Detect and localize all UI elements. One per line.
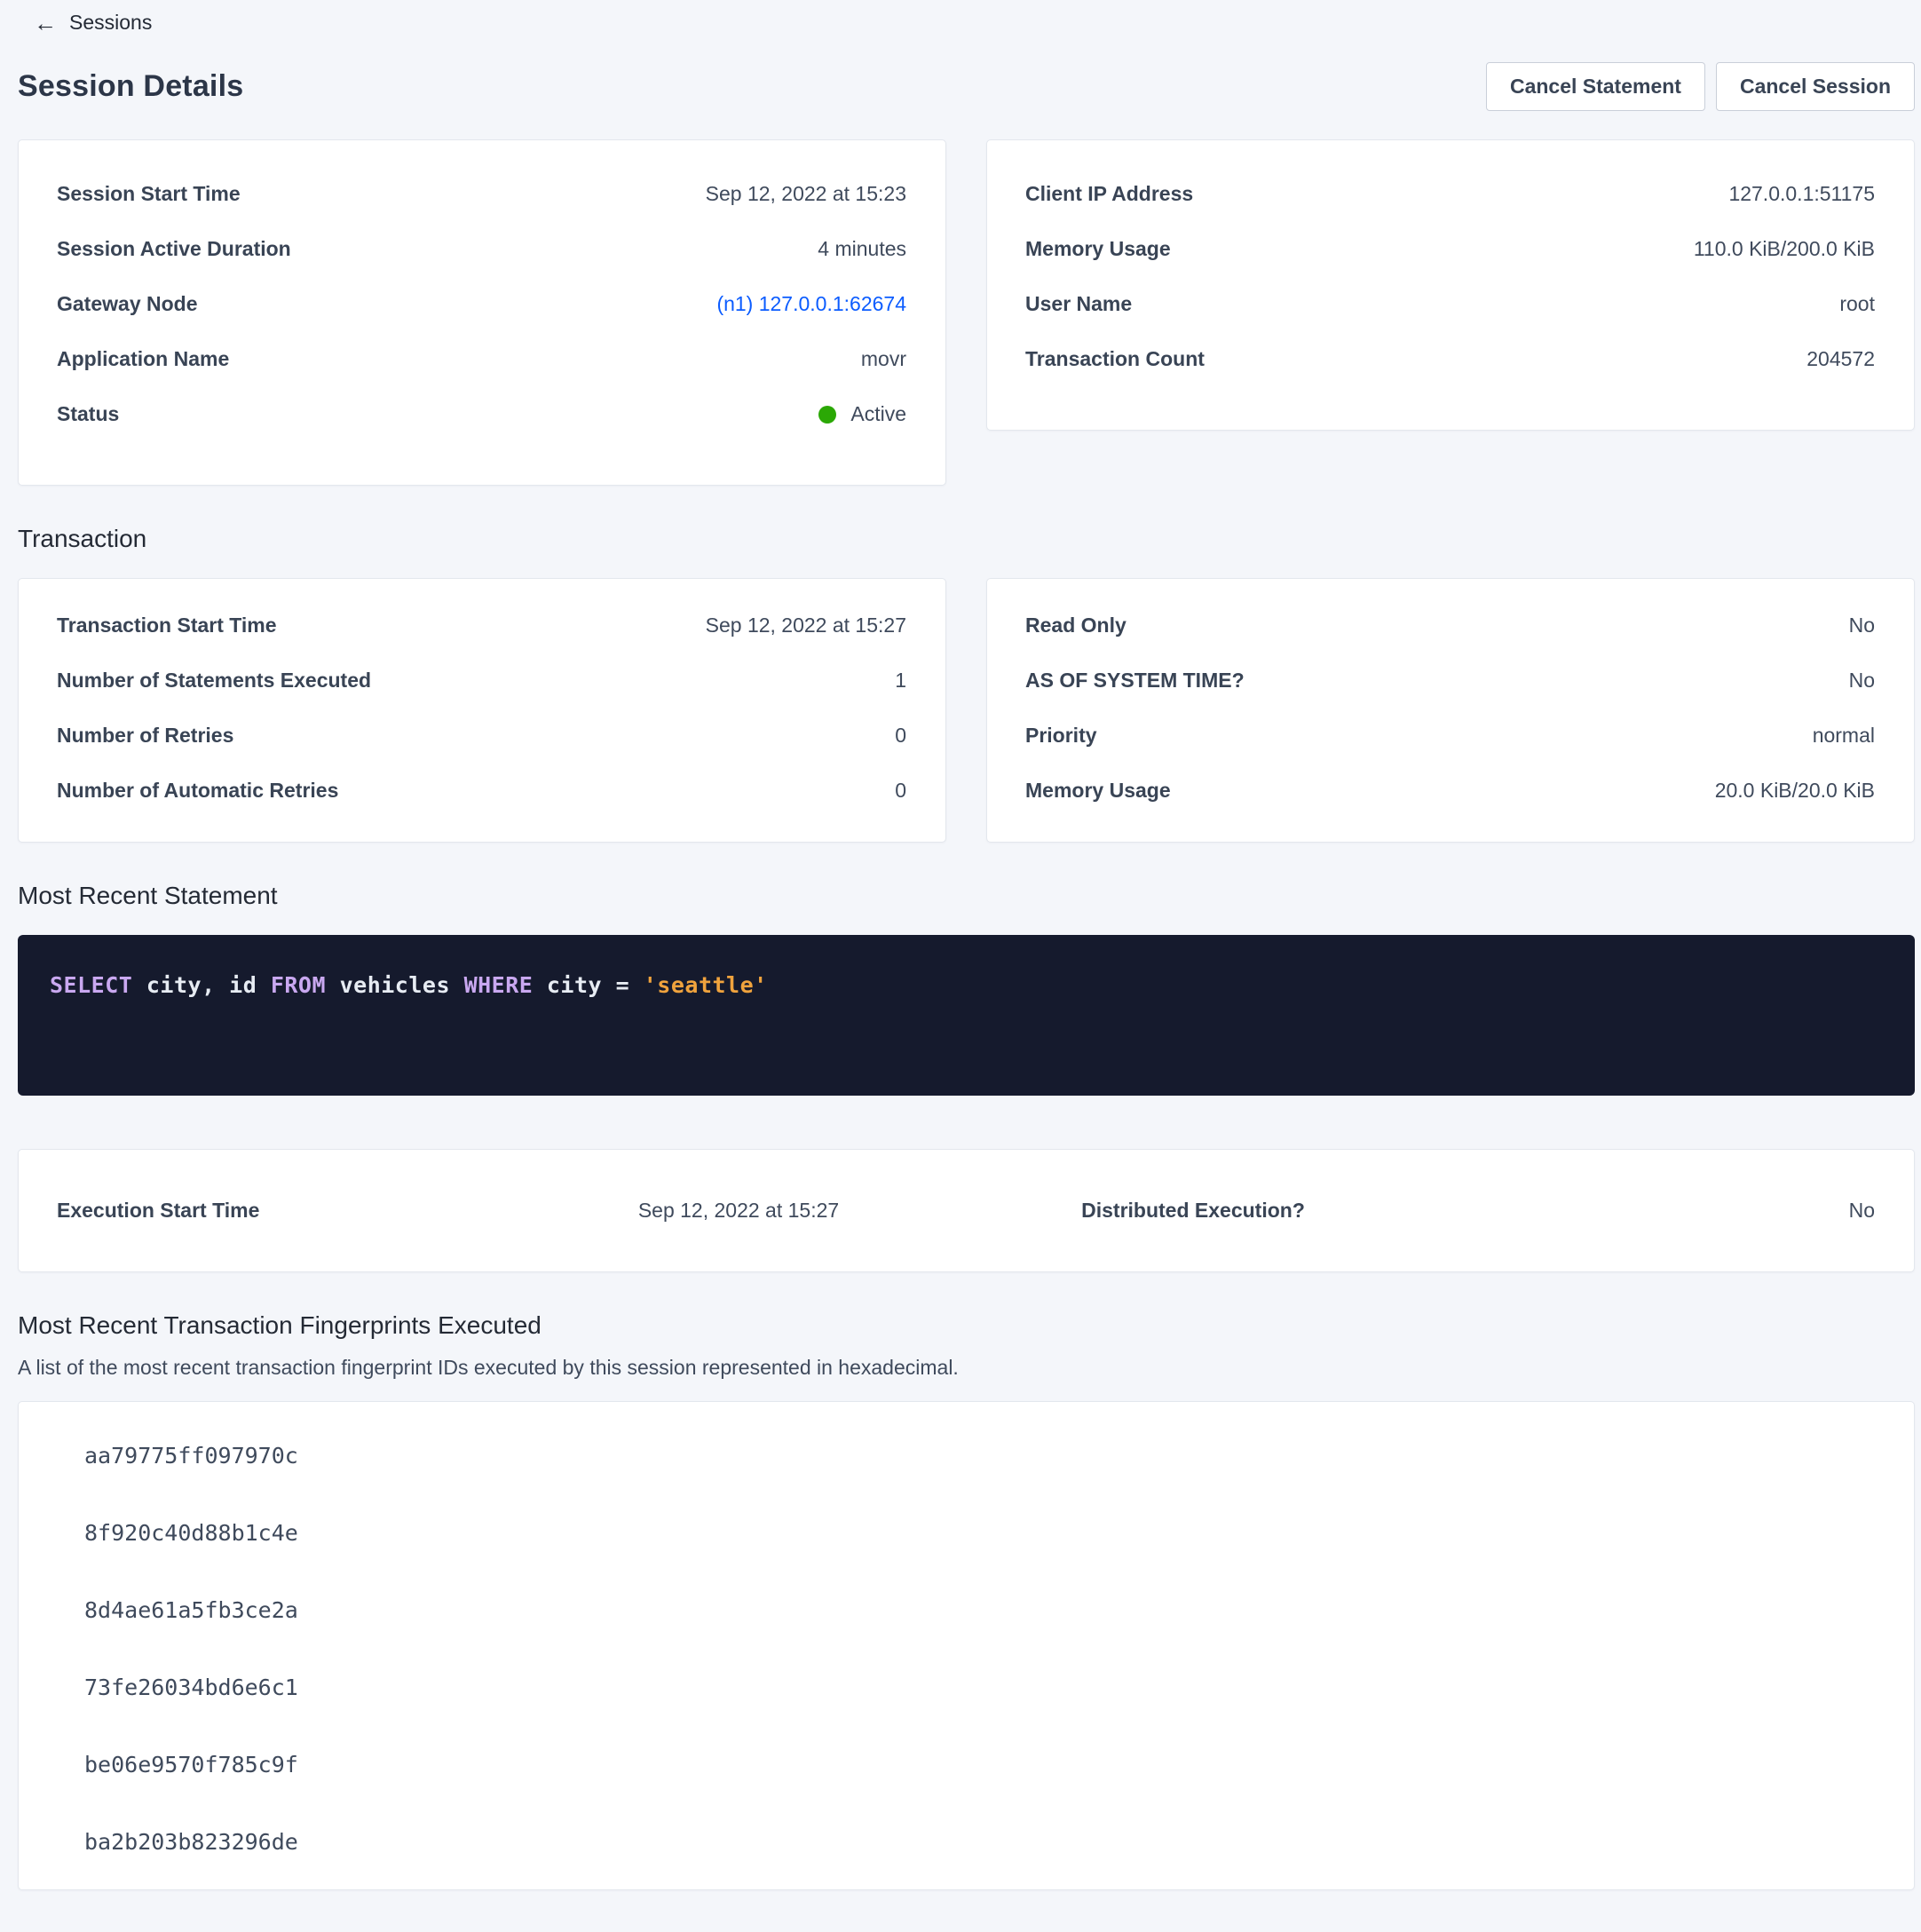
row-value: No: [1849, 669, 1875, 693]
transaction-right-card: Read Only No AS OF SYSTEM TIME? No Prior…: [986, 578, 1915, 843]
cancel-session-button[interactable]: Cancel Session: [1716, 62, 1915, 111]
row-label: Number of Statements Executed: [57, 669, 371, 693]
execution-start-value: Sep 12, 2022 at 15:27: [511, 1199, 966, 1223]
detail-row: Session Start Time Sep 12, 2022 at 15:23: [57, 167, 906, 222]
detail-row: Memory Usage 20.0 KiB/20.0 KiB: [1025, 764, 1875, 819]
row-label: Read Only: [1025, 614, 1127, 637]
row-value: No: [1849, 614, 1875, 637]
detail-row: Gateway Node (n1) 127.0.0.1:62674: [57, 277, 906, 332]
fingerprint-id: 73fe26034bd6e6c1: [84, 1673, 1875, 1703]
row-value: 127.0.0.1:51175: [1728, 182, 1875, 206]
detail-row: Transaction Count 204572: [1025, 332, 1875, 387]
execution-card: Execution Start Time Sep 12, 2022 at 15:…: [18, 1149, 1915, 1272]
transaction-grid: Transaction Start Time Sep 12, 2022 at 1…: [18, 578, 1915, 843]
detail-row: Status Active: [57, 387, 906, 442]
fingerprint-id: aa79775ff097970c: [84, 1441, 1875, 1471]
session-summary-grid: Session Start Time Sep 12, 2022 at 15:23…: [18, 139, 1915, 486]
detail-row: AS OF SYSTEM TIME? No: [1025, 653, 1875, 709]
sql-token-string: 'seattle': [644, 972, 768, 998]
row-label: Application Name: [57, 347, 229, 371]
detail-row: Priority normal: [1025, 709, 1875, 764]
row-label: Memory Usage: [1025, 237, 1171, 261]
fingerprint-id: ba2b203b823296de: [84, 1827, 1875, 1857]
row-value: 1: [895, 669, 906, 693]
fingerprints-section-title: Most Recent Transaction Fingerprints Exe…: [18, 1311, 1921, 1340]
fingerprint-id: be06e9570f785c9f: [84, 1750, 1875, 1780]
distributed-execution-label: Distributed Execution?: [966, 1199, 1420, 1223]
row-value: root: [1839, 292, 1875, 316]
fingerprint-id: 8d4ae61a5fb3ce2a: [84, 1595, 1875, 1626]
row-label: Number of Retries: [57, 724, 233, 748]
sql-token-keyword: SELECT: [50, 972, 132, 998]
page-title: Session Details: [18, 69, 243, 104]
detail-row: Number of Automatic Retries 0: [57, 764, 906, 819]
row-label: Client IP Address: [1025, 182, 1193, 206]
row-value: movr: [861, 347, 906, 371]
row-label: User Name: [1025, 292, 1132, 316]
status-badge: Active: [818, 402, 906, 426]
row-value: normal: [1813, 724, 1875, 748]
session-card: Session Start Time Sep 12, 2022 at 15:23…: [18, 139, 946, 486]
detail-row: Transaction Start Time Sep 12, 2022 at 1…: [57, 598, 906, 653]
row-value: 4 minutes: [818, 237, 906, 261]
detail-row: Read Only No: [1025, 598, 1875, 653]
sql-token-keyword: WHERE: [464, 972, 534, 998]
execution-start-label: Execution Start Time: [57, 1199, 511, 1223]
row-label: Memory Usage: [1025, 779, 1171, 803]
detail-row: Number of Statements Executed 1: [57, 653, 906, 709]
detail-row: Application Name movr: [57, 332, 906, 387]
distributed-execution-value: No: [1420, 1199, 1875, 1223]
transaction-section-title: Transaction: [18, 525, 1921, 553]
row-label: Transaction Count: [1025, 347, 1205, 371]
status-active-dot: [818, 406, 836, 424]
status-label: Active: [850, 402, 906, 426]
fingerprints-description: A list of the most recent transaction fi…: [18, 1356, 1921, 1380]
detail-row: Number of Retries 0: [57, 709, 906, 764]
detail-row: Memory Usage 110.0 KiB/200.0 KiB: [1025, 222, 1875, 277]
sql-token-plain: city =: [533, 972, 643, 998]
row-value: 110.0 KiB/200.0 KiB: [1694, 237, 1875, 261]
gateway-node-link[interactable]: (n1) 127.0.0.1:62674: [716, 292, 906, 316]
sql-statement-box: SELECT city, id FROM vehicles WHERE city…: [18, 935, 1915, 1096]
row-label: Transaction Start Time: [57, 614, 277, 637]
sql-statement: SELECT city, id FROM vehicles WHERE city…: [50, 972, 768, 998]
transaction-left-card: Transaction Start Time Sep 12, 2022 at 1…: [18, 578, 946, 843]
row-label: Gateway Node: [57, 292, 198, 316]
sql-token-keyword: FROM: [271, 972, 326, 998]
back-label: Sessions: [69, 11, 152, 35]
fingerprint-id: 8f920c40d88b1c4e: [84, 1518, 1875, 1548]
statement-section-title: Most Recent Statement: [18, 882, 1921, 910]
row-value: 20.0 KiB/20.0 KiB: [1715, 779, 1875, 803]
row-value: Sep 12, 2022 at 15:27: [706, 614, 906, 637]
row-label: Number of Automatic Retries: [57, 779, 338, 803]
back-to-sessions-link[interactable]: ← Sessions: [34, 11, 152, 35]
row-value: 0: [895, 724, 906, 748]
row-label: Session Start Time: [57, 182, 241, 206]
back-arrow-icon: ←: [34, 12, 57, 35]
row-label: Status: [57, 402, 119, 426]
detail-row: Session Active Duration 4 minutes: [57, 222, 906, 277]
cancel-statement-button[interactable]: Cancel Statement: [1486, 62, 1705, 111]
row-value: 204572: [1806, 347, 1875, 371]
row-label: Priority: [1025, 724, 1097, 748]
action-buttons: Cancel Statement Cancel Session: [1486, 62, 1915, 111]
client-card: Client IP Address 127.0.0.1:51175 Memory…: [986, 139, 1915, 431]
row-value: Sep 12, 2022 at 15:23: [706, 182, 906, 206]
fingerprints-card: aa79775ff097970c 8f920c40d88b1c4e 8d4ae6…: [18, 1401, 1915, 1890]
sql-token-plain: vehicles: [326, 972, 464, 998]
detail-row: User Name root: [1025, 277, 1875, 332]
row-label: Session Active Duration: [57, 237, 291, 261]
row-label: AS OF SYSTEM TIME?: [1025, 669, 1245, 693]
detail-row: Client IP Address 127.0.0.1:51175: [1025, 167, 1875, 222]
sql-token-plain: city, id: [132, 972, 271, 998]
row-value: 0: [895, 779, 906, 803]
